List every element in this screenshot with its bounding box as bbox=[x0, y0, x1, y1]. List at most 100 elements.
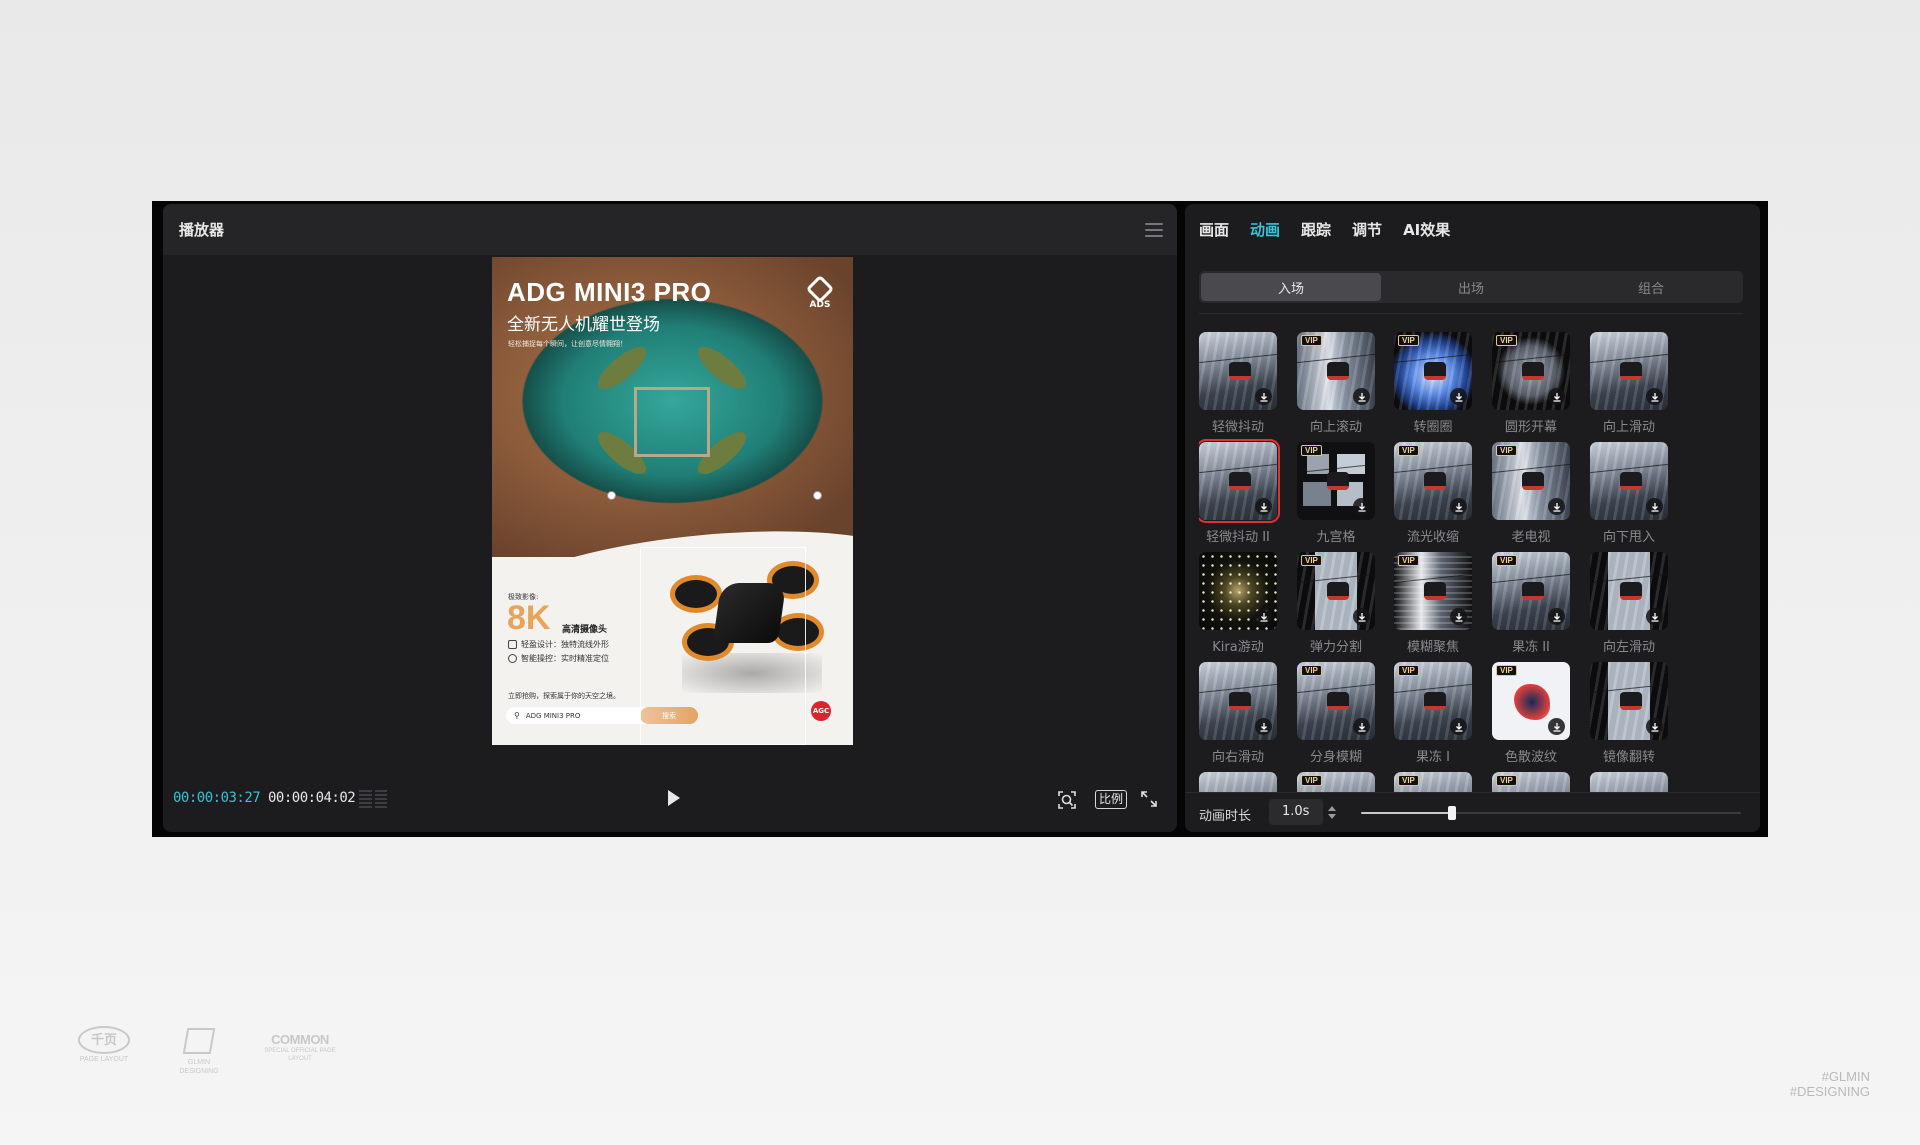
animation-item-label: 老电视 bbox=[1511, 530, 1551, 545]
animation-thumbnail: VIP bbox=[1492, 332, 1570, 410]
animation-item[interactable]: VIP 色散波纹 bbox=[1492, 662, 1570, 765]
download-icon[interactable] bbox=[1450, 608, 1467, 625]
download-icon[interactable] bbox=[1646, 388, 1663, 405]
menu-icon[interactable] bbox=[1145, 222, 1163, 237]
poster-headline: ADG MINI3 PRO bbox=[507, 277, 712, 307]
poster-8k: 8K bbox=[507, 599, 551, 637]
animation-item[interactable]: VIP 圆形开幕 bbox=[1492, 332, 1570, 435]
poster-subheadline: 全新无人机耀世登场 bbox=[507, 315, 660, 335]
download-icon[interactable] bbox=[1450, 388, 1467, 405]
animation-thumbnail: VIP bbox=[1394, 442, 1472, 520]
animation-item-label: 向上滚动 bbox=[1309, 420, 1362, 435]
play-button[interactable] bbox=[668, 790, 680, 806]
chevron-up-icon bbox=[1328, 805, 1336, 811]
animation-item[interactable]: 向上滑动 bbox=[1590, 332, 1668, 435]
drone-image[interactable] bbox=[652, 553, 842, 693]
animation-item-label: 模糊聚焦 bbox=[1406, 640, 1459, 655]
resize-handle-tr[interactable] bbox=[813, 491, 822, 500]
download-icon[interactable] bbox=[1255, 388, 1272, 405]
animation-thumbnail: VIP bbox=[1492, 442, 1570, 520]
animation-item[interactable]: VIP 流光收缩 bbox=[1394, 442, 1472, 545]
animation-item[interactable]: 向左滑动 bbox=[1590, 552, 1668, 655]
animation-item[interactable]: 向下甩入 bbox=[1590, 442, 1668, 545]
animation-item[interactable]: VIP 分身模糊 bbox=[1297, 662, 1375, 765]
animation-item[interactable]: VIP bbox=[1394, 772, 1472, 792]
animation-item[interactable] bbox=[1590, 772, 1668, 792]
animation-item-label: 转圈圈 bbox=[1413, 420, 1453, 435]
animation-item[interactable]: VIP 转圈圈 bbox=[1394, 332, 1472, 435]
vip-badge: VIP bbox=[1496, 775, 1517, 786]
duration-slider[interactable] bbox=[1361, 806, 1741, 820]
animation-item[interactable]: VIP 果冻 II bbox=[1492, 552, 1570, 655]
tab-animation[interactable]: 动画 bbox=[1250, 219, 1280, 240]
vip-badge: VIP bbox=[1301, 775, 1322, 786]
download-icon[interactable] bbox=[1255, 498, 1272, 515]
animation-item[interactable]: 轻微抖动 II bbox=[1199, 439, 1280, 545]
download-icon[interactable] bbox=[1548, 388, 1565, 405]
poster-feature-1: 轻盈设计：独特流线外形 bbox=[508, 639, 609, 650]
download-icon[interactable] bbox=[1450, 718, 1467, 735]
animation-item[interactable]: 镜像翻转 bbox=[1590, 662, 1668, 765]
duration-stepper[interactable] bbox=[1325, 800, 1339, 824]
page-layout-logo: 千页 PAGE LAYOUT bbox=[72, 1026, 136, 1063]
animation-item[interactable]: VIP 向上滚动 bbox=[1297, 332, 1375, 435]
animation-thumbnail: VIP bbox=[1297, 772, 1375, 792]
poster-search-button: 搜索 bbox=[640, 707, 698, 724]
vip-badge: VIP bbox=[1301, 335, 1322, 346]
animation-item[interactable]: VIP 弹力分割 bbox=[1297, 552, 1375, 655]
animation-item-label: 色散波纹 bbox=[1504, 750, 1557, 765]
poster-feature-2: 智能操控：实时精准定位 bbox=[508, 653, 609, 664]
animation-item-label: 九宫格 bbox=[1316, 530, 1356, 545]
fullscreen-icon[interactable] bbox=[1141, 791, 1157, 807]
resize-handle-tl[interactable] bbox=[607, 491, 616, 500]
duration-slider-thumb[interactable] bbox=[1448, 806, 1457, 820]
ratio-button[interactable]: 比例 bbox=[1095, 790, 1128, 809]
chevron-down-icon bbox=[1328, 813, 1336, 819]
animation-item[interactable]: Kira游动 bbox=[1199, 552, 1277, 655]
duration-input[interactable]: 1.0s bbox=[1269, 799, 1323, 825]
vip-badge: VIP bbox=[1301, 665, 1322, 676]
animation-item[interactable]: VIP bbox=[1297, 772, 1375, 792]
tab-ai-effects[interactable]: AI效果 bbox=[1403, 219, 1450, 240]
poster-agc-badge: AGC bbox=[811, 701, 831, 721]
download-icon[interactable] bbox=[1353, 718, 1370, 735]
animation-item[interactable]: 向右滑动 bbox=[1199, 662, 1277, 765]
property-tabs: 画面 动画 跟踪 调节 AI效果 bbox=[1185, 204, 1760, 255]
player-panel: 播放器 ADG MINI3 PRO 全新无人机耀世登场 轻松捕捉每个瞬间，让创意… bbox=[163, 204, 1177, 832]
download-icon[interactable] bbox=[1646, 608, 1663, 625]
download-icon[interactable] bbox=[1353, 498, 1370, 515]
vip-badge: VIP bbox=[1398, 335, 1419, 346]
download-icon[interactable] bbox=[1548, 498, 1565, 515]
download-icon[interactable] bbox=[1646, 718, 1663, 735]
animation-item-label: 流光收缩 bbox=[1406, 530, 1459, 545]
preview-canvas[interactable]: ADG MINI3 PRO 全新无人机耀世登场 轻松捕捉每个瞬间，让创意尽情翱翔… bbox=[492, 257, 853, 745]
animation-item[interactable]: VIP 九宫格 bbox=[1297, 442, 1375, 545]
fit-screen-icon[interactable] bbox=[1057, 790, 1077, 810]
download-icon[interactable] bbox=[1548, 608, 1565, 625]
sub-tab-in[interactable]: 入场 bbox=[1201, 273, 1381, 301]
download-icon[interactable] bbox=[1255, 718, 1272, 735]
animation-item[interactable]: 轻微抖动 bbox=[1199, 332, 1277, 435]
download-icon[interactable] bbox=[1255, 608, 1272, 625]
divider bbox=[1199, 313, 1743, 314]
download-icon[interactable] bbox=[1353, 388, 1370, 405]
tab-tracking[interactable]: 跟踪 bbox=[1301, 219, 1331, 240]
sub-tab-combo[interactable]: 组合 bbox=[1561, 273, 1741, 301]
animation-item[interactable]: VIP 模糊聚焦 bbox=[1394, 552, 1472, 655]
tab-adjust[interactable]: 调节 bbox=[1352, 219, 1382, 240]
vip-badge: VIP bbox=[1496, 555, 1517, 566]
tab-picture[interactable]: 画面 bbox=[1199, 219, 1229, 240]
animation-thumbnail: VIP bbox=[1394, 772, 1472, 792]
download-icon[interactable] bbox=[1646, 498, 1663, 515]
download-icon[interactable] bbox=[1450, 498, 1467, 515]
timecode-grid-icon[interactable] bbox=[359, 790, 387, 808]
download-icon[interactable] bbox=[1548, 718, 1565, 735]
animation-item[interactable]: VIP bbox=[1492, 772, 1570, 792]
animation-item[interactable] bbox=[1199, 772, 1277, 792]
animation-thumbnail: VIP bbox=[1394, 662, 1472, 740]
animation-item[interactable]: VIP 老电视 bbox=[1492, 442, 1570, 545]
download-icon[interactable] bbox=[1353, 608, 1370, 625]
animation-item[interactable]: VIP 果冻 I bbox=[1394, 662, 1472, 765]
sub-tab-out[interactable]: 出场 bbox=[1381, 273, 1561, 301]
animation-item-label: 向左滑动 bbox=[1602, 640, 1655, 655]
